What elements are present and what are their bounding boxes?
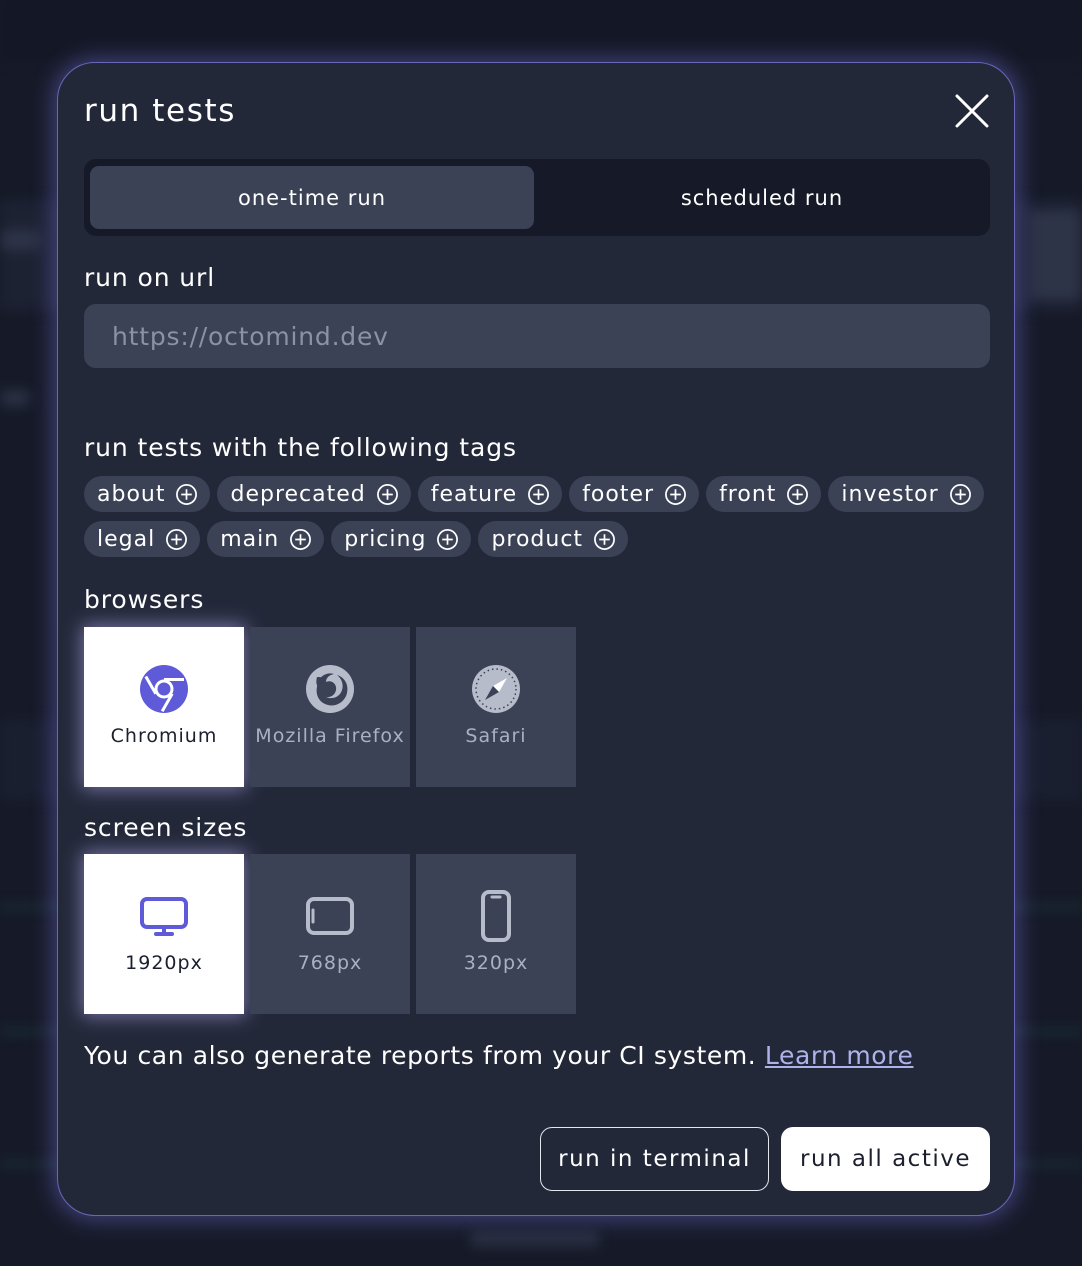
learn-more-link[interactable]: Learn more <box>765 1041 914 1070</box>
url-label: run on url <box>84 263 216 292</box>
plus-circle-icon[interactable] <box>527 483 550 506</box>
tag-label: about <box>97 481 166 507</box>
tag-main[interactable]: main <box>207 521 325 557</box>
tag-label: pricing <box>344 526 427 552</box>
tab-one-time-run[interactable]: one-time run <box>90 166 534 229</box>
phone-icon <box>481 890 511 942</box>
desktop-icon <box>140 897 188 936</box>
plus-circle-icon[interactable] <box>593 528 616 551</box>
tablet-icon <box>306 897 354 935</box>
run-tests-dialog: run tests one-time run scheduled run run… <box>57 62 1015 1216</box>
browser-label: Chromium <box>110 725 218 747</box>
tag-label: investor <box>841 481 939 507</box>
firefox-icon <box>306 665 354 713</box>
screen-sizes-label: screen sizes <box>84 813 248 842</box>
ci-note-text: You can also generate reports from your … <box>84 1041 757 1070</box>
tag-deprecated[interactable]: deprecated <box>217 476 411 512</box>
tag-footer[interactable]: footer <box>569 476 700 512</box>
close-icon <box>955 94 989 128</box>
plus-circle-icon[interactable] <box>376 483 399 506</box>
browser-safari[interactable]: Safari <box>416 627 576 787</box>
screen-size-label: 768px <box>297 952 363 974</box>
tab-scheduled-run[interactable]: scheduled run <box>540 166 984 229</box>
plus-circle-icon[interactable] <box>786 483 809 506</box>
tag-label: legal <box>97 526 156 552</box>
tag-pricing[interactable]: pricing <box>331 521 472 557</box>
browser-label: Mozilla Firefox <box>255 725 405 747</box>
browser-chromium[interactable]: Chromium <box>84 627 244 787</box>
tag-front[interactable]: front <box>706 476 822 512</box>
screen-size-label: 1920px <box>125 952 203 974</box>
plus-circle-icon[interactable] <box>165 528 188 551</box>
safari-icon <box>472 665 520 713</box>
screen-size-768[interactable]: 768px <box>250 854 410 1014</box>
tag-about[interactable]: about <box>84 476 211 512</box>
screen-size-options: 1920px 768px 320px <box>84 854 576 1014</box>
screen-size-label: 320px <box>463 952 529 974</box>
tag-legal[interactable]: legal <box>84 521 201 557</box>
plus-circle-icon[interactable] <box>175 483 198 506</box>
tag-feature[interactable]: feature <box>417 476 563 512</box>
browsers-label: browsers <box>84 585 205 614</box>
tag-investor[interactable]: investor <box>828 476 984 512</box>
screen-size-1920[interactable]: 1920px <box>84 854 244 1014</box>
browser-label: Safari <box>465 725 527 747</box>
tag-label: footer <box>582 481 655 507</box>
tag-label: front <box>719 481 777 507</box>
dialog-title: run tests <box>84 93 236 129</box>
plus-circle-icon[interactable] <box>949 483 972 506</box>
plus-circle-icon[interactable] <box>289 528 312 551</box>
run-in-terminal-button[interactable]: run in terminal <box>540 1127 769 1191</box>
plus-circle-icon[interactable] <box>664 483 687 506</box>
url-input[interactable] <box>84 304 990 368</box>
tag-list: about deprecated feature footer front investo… <box>84 476 994 557</box>
tag-label: feature <box>430 481 518 507</box>
ci-note: You can also generate reports from your … <box>84 1041 913 1070</box>
tag-label: main <box>220 526 280 552</box>
run-mode-switch: one-time run scheduled run <box>84 159 990 236</box>
screen-size-320[interactable]: 320px <box>416 854 576 1014</box>
chromium-icon <box>140 665 188 713</box>
tag-product[interactable]: product <box>478 521 629 557</box>
tags-label: run tests with the following tags <box>84 433 517 462</box>
browser-options: Chromium Mozilla Firefox Safari <box>84 627 576 787</box>
browser-firefox[interactable]: Mozilla Firefox <box>250 627 410 787</box>
plus-circle-icon[interactable] <box>436 528 459 551</box>
close-button[interactable] <box>952 91 992 131</box>
tag-label: product <box>491 526 584 552</box>
run-all-active-button[interactable]: run all active <box>781 1127 990 1191</box>
tag-label: deprecated <box>230 481 366 507</box>
